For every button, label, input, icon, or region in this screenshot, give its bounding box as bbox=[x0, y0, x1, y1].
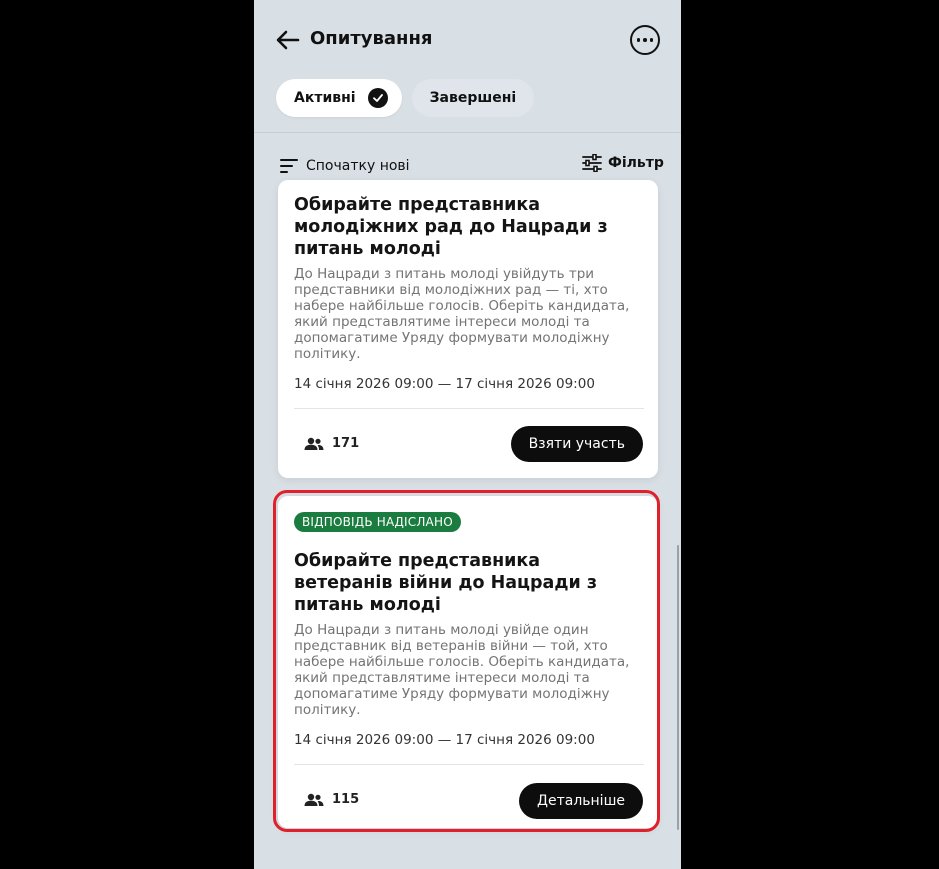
poll-description: До Нацради з питань молоді увійде один п… bbox=[294, 622, 630, 718]
header: Опитування bbox=[254, 0, 681, 80]
tab-completed[interactable]: Завершені bbox=[411, 79, 535, 117]
poll-dates: 14 січня 2026 09:00 — 17 січня 2026 09:0… bbox=[294, 732, 595, 748]
tab-active[interactable]: Активні bbox=[276, 79, 402, 117]
poll-card[interactable]: ВІДПОВІДЬ НАДІСЛАНО Обирайте представник… bbox=[278, 496, 658, 828]
details-button[interactable]: Детальніше bbox=[519, 783, 643, 819]
people-icon bbox=[304, 437, 324, 450]
participants-number: 115 bbox=[332, 792, 360, 807]
poll-card[interactable]: Обирайте представника молодіжних рад до … bbox=[278, 180, 658, 478]
arrow-left-icon bbox=[276, 30, 300, 50]
divider bbox=[254, 132, 681, 133]
participate-button[interactable]: Взяти участь bbox=[510, 426, 643, 462]
tab-completed-label: Завершені bbox=[429, 90, 517, 106]
card-divider bbox=[294, 764, 644, 765]
poll-title: Обирайте представника молодіжних рад до … bbox=[294, 195, 608, 259]
more-dot bbox=[643, 38, 647, 42]
app-screen: Опитування Активні Завершені Спочатку но… bbox=[254, 0, 681, 869]
sort-icon bbox=[280, 159, 298, 173]
filter-button[interactable]: Фільтр bbox=[582, 154, 664, 172]
participants-number: 171 bbox=[332, 436, 360, 451]
poll-title: Обирайте представника ветеранів війни до… bbox=[294, 551, 597, 615]
scrollbar[interactable] bbox=[677, 545, 679, 830]
more-options-button[interactable] bbox=[630, 25, 660, 55]
poll-description: До Нацради з питань молоді увійдуть три … bbox=[294, 266, 630, 362]
back-button[interactable] bbox=[274, 26, 302, 54]
filter-sliders-icon bbox=[582, 154, 602, 172]
page-title: Опитування bbox=[310, 28, 433, 49]
more-dot bbox=[649, 38, 654, 42]
poll-dates: 14 січня 2026 09:00 — 17 січня 2026 09:0… bbox=[294, 376, 595, 392]
more-horizontal-icon bbox=[636, 38, 641, 42]
participants-count: 171 bbox=[304, 436, 359, 451]
filter-label: Фільтр bbox=[608, 155, 664, 171]
participants-count: 115 bbox=[304, 792, 359, 807]
check-icon bbox=[367, 88, 388, 108]
status-badge: ВІДПОВІДЬ НАДІСЛАНО bbox=[294, 512, 461, 532]
sort-label: Спочатку нові bbox=[306, 158, 410, 174]
tab-active-label: Активні bbox=[294, 90, 356, 106]
poll-tabs: Активні Завершені bbox=[276, 79, 535, 117]
people-icon bbox=[304, 793, 324, 806]
sort-button[interactable]: Спочатку нові bbox=[280, 158, 410, 174]
card-divider bbox=[294, 408, 644, 409]
